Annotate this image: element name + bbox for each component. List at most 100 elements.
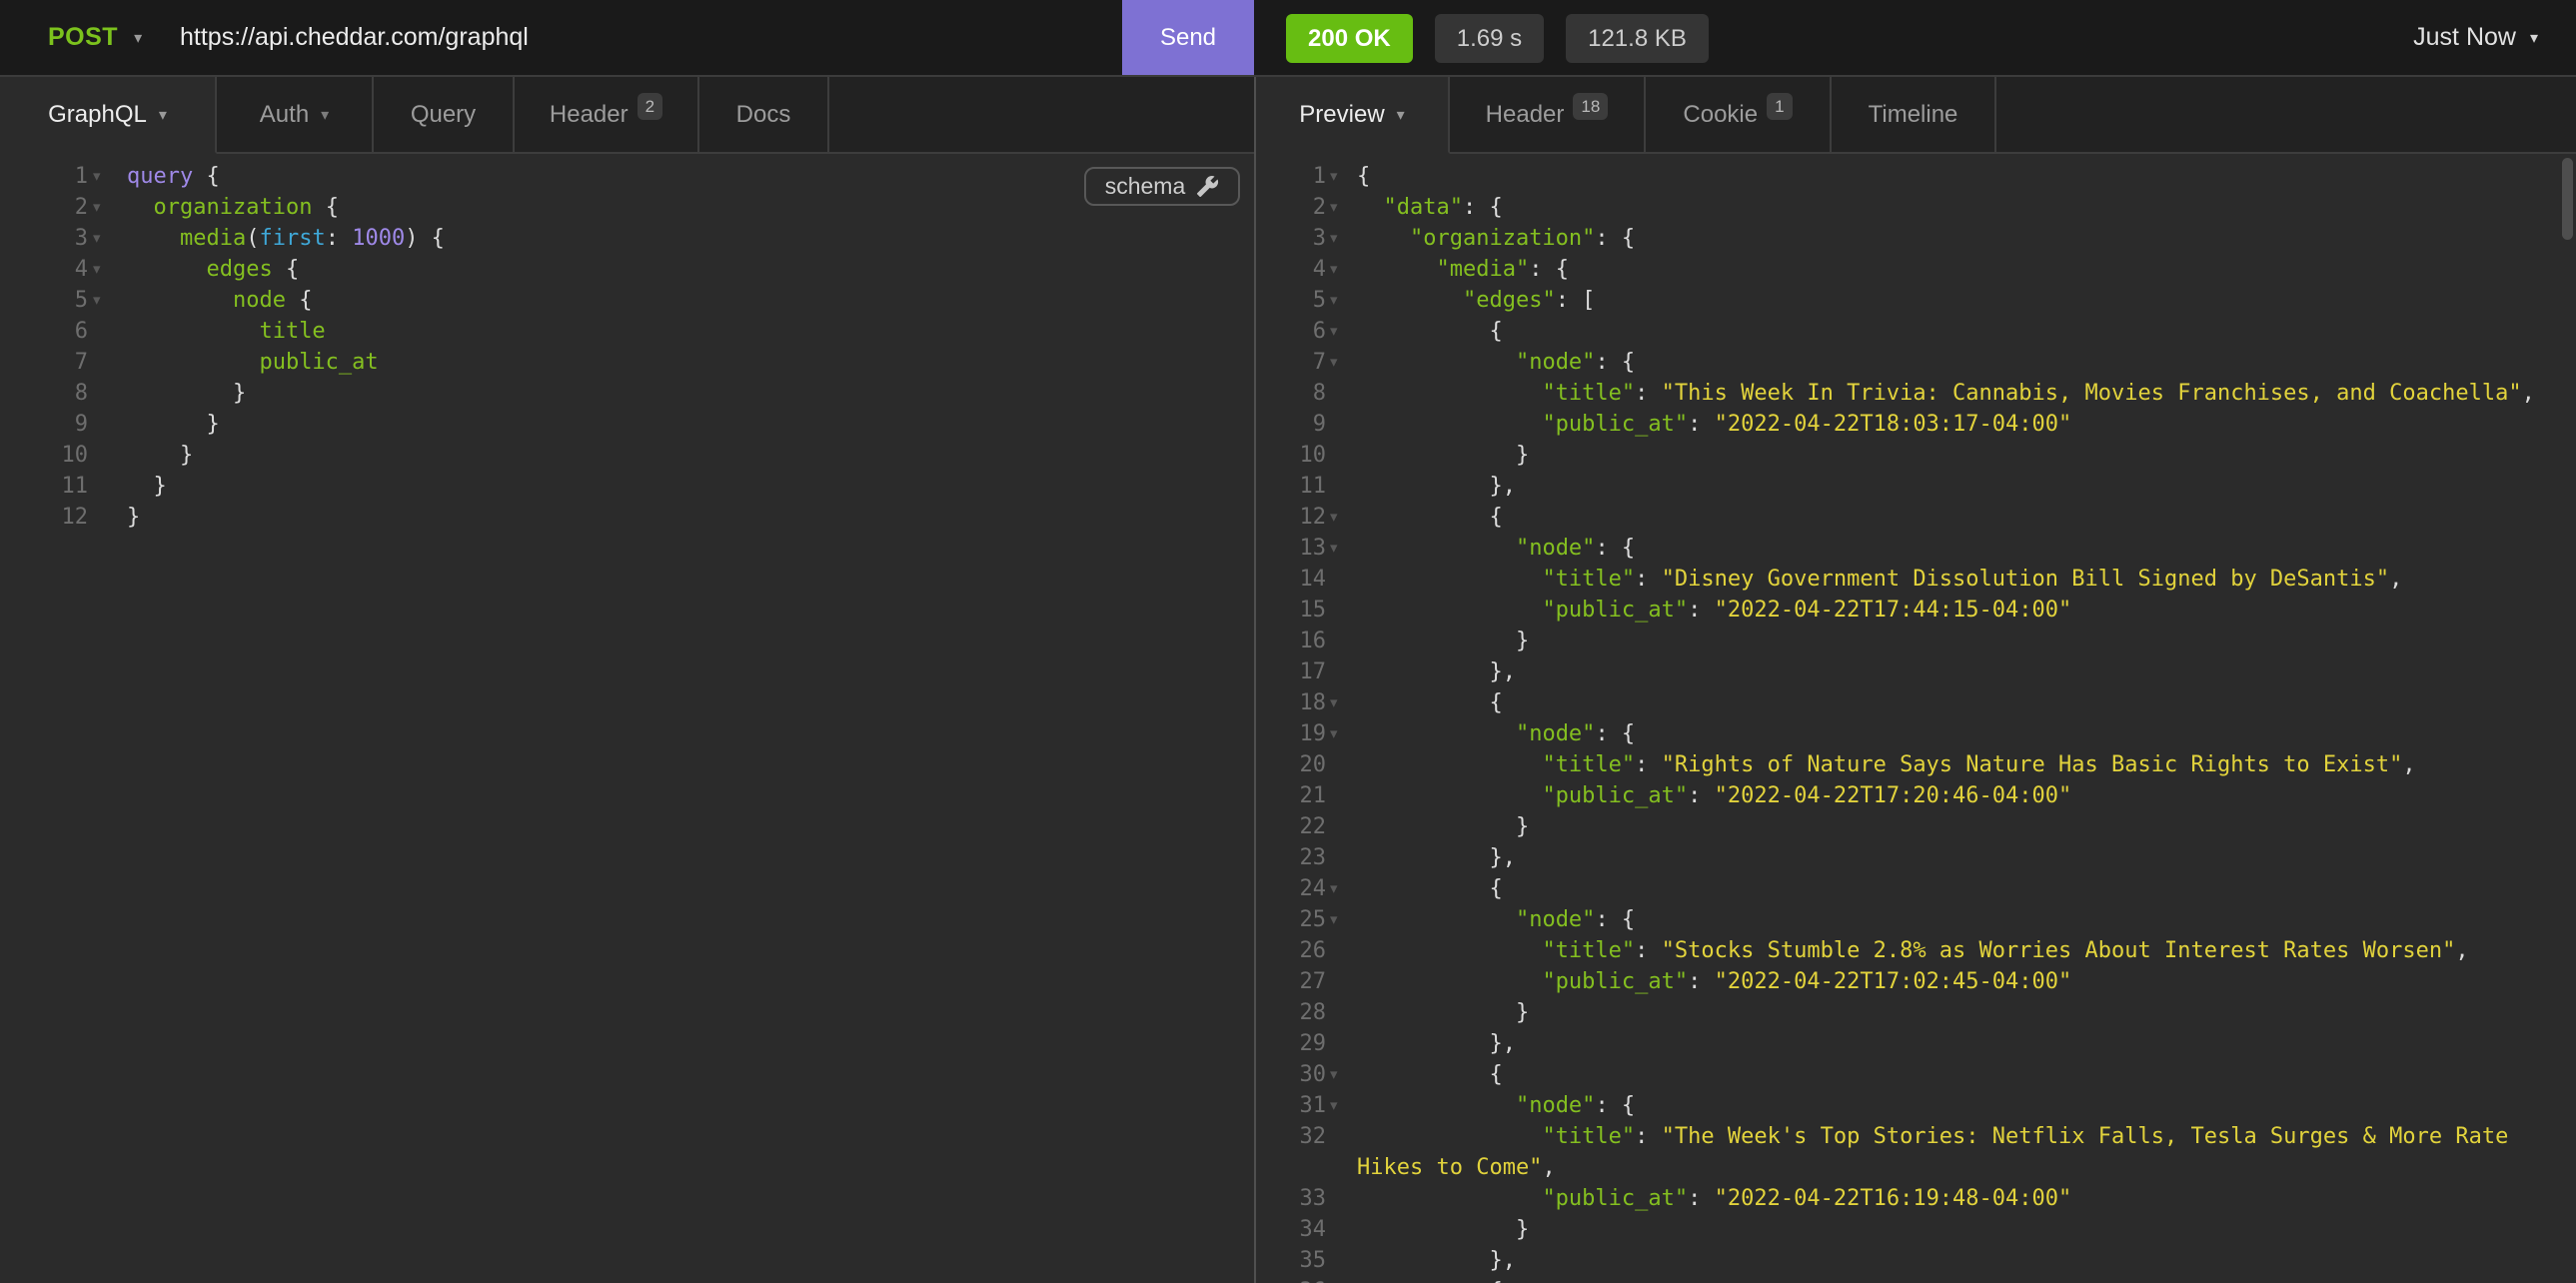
code-line[interactable]: 29 }, [1256,1028,2576,1059]
fold-arrow-icon[interactable]: ▾ [1326,533,1349,564]
fold-arrow-icon[interactable]: ▾ [1326,904,1349,935]
fold-arrow-icon[interactable]: ▾ [88,192,119,223]
code-line[interactable]: 31▾ "node": { [1256,1090,2576,1121]
line-number: 20 [1256,749,1326,780]
code-line[interactable]: 12} [0,502,1254,533]
fold-arrow-icon[interactable]: ▾ [1326,254,1349,285]
schema-button[interactable]: schema [1084,167,1240,206]
response-preview-editor[interactable]: 1▾{2▾ "data": {3▾ "organization": {4▾ "m… [1256,154,2576,1283]
code-text: { [1349,316,2576,347]
fold-arrow-icon[interactable]: ▾ [1326,687,1349,718]
code-line[interactable]: 15 "public_at": "2022-04-22T17:44:15-04:… [1256,595,2576,626]
code-line[interactable]: 19▾ "node": { [1256,718,2576,749]
code-line[interactable]: 5▾ node { [0,285,1254,316]
fold-arrow-icon[interactable]: ▾ [1326,285,1349,316]
code-text: }, [1349,471,2576,502]
code-line[interactable]: 3▾ "organization": { [1256,223,2576,254]
fold-arrow-icon[interactable]: ▾ [1326,502,1349,533]
code-line[interactable]: 11 } [0,471,1254,502]
code-line[interactable]: 1▾query { [0,161,1254,192]
code-text: title [119,316,1254,347]
code-line[interactable]: 12▾ { [1256,502,2576,533]
tab-docs[interactable]: Docs [699,77,829,154]
tab-auth[interactable]: Auth ▾ [217,77,374,154]
code-line[interactable]: 6▾ { [1256,316,2576,347]
history-dropdown[interactable]: Just Now ▾ [2413,0,2538,75]
line-number: 11 [0,471,88,502]
code-line[interactable]: 11 }, [1256,471,2576,502]
code-line[interactable]: 18▾ { [1256,687,2576,718]
code-line[interactable]: 13▾ "node": { [1256,533,2576,564]
tab-preview[interactable]: Preview ▾ [1256,77,1450,154]
code-line[interactable]: 32 "title": "The Week's Top Stories: Net… [1256,1121,2576,1183]
fold-arrow-icon[interactable]: ▾ [1326,873,1349,904]
code-line[interactable]: 10 } [0,440,1254,471]
tab-label: Preview [1299,101,1384,129]
code-line[interactable]: 34 } [1256,1214,2576,1245]
code-line[interactable]: 8 "title": "This Week In Trivia: Cannabi… [1256,378,2576,409]
line-number: 4 [0,254,88,285]
fold-arrow-icon[interactable]: ▾ [1326,347,1349,378]
code-line[interactable]: 24▾ { [1256,873,2576,904]
panel-divider[interactable] [1254,77,1256,1283]
tab-body-graphql[interactable]: GraphQL ▾ [0,77,217,154]
code-line[interactable]: 26 "title": "Stocks Stumble 2.8% as Worr… [1256,935,2576,966]
scrollbar-thumb[interactable] [2562,158,2573,240]
fold-arrow-icon[interactable]: ▾ [1326,192,1349,223]
code-line[interactable]: 6 title [0,316,1254,347]
code-line[interactable]: 4▾ edges { [0,254,1254,285]
code-line[interactable]: 7▾ "node": { [1256,347,2576,378]
code-line[interactable]: 10 } [1256,440,2576,471]
method-dropdown[interactable]: POST ▾ [48,0,143,75]
code-line[interactable]: 16 } [1256,626,2576,656]
code-line[interactable]: 30▾ { [1256,1059,2576,1090]
code-line[interactable]: 14 "title": "Disney Government Dissoluti… [1256,564,2576,595]
fold-arrow-icon[interactable]: ▾ [1326,316,1349,347]
tab-response-header[interactable]: Header 18 [1450,77,1646,154]
fold-arrow-icon[interactable]: ▾ [88,254,119,285]
code-line[interactable]: 3▾ media(first: 1000) { [0,223,1254,254]
code-line[interactable]: 33 "public_at": "2022-04-22T16:19:48-04:… [1256,1183,2576,1214]
code-line[interactable]: 22 } [1256,811,2576,842]
code-line[interactable]: 9 "public_at": "2022-04-22T18:03:17-04:0… [1256,409,2576,440]
tab-query[interactable]: Query [374,77,515,154]
fold-arrow-icon[interactable]: ▾ [88,161,119,192]
tab-timeline[interactable]: Timeline [1832,77,1996,154]
code-line[interactable]: 1▾{ [1256,161,2576,192]
line-number: 32 [1256,1121,1326,1152]
code-line[interactable]: 36▾ { [1256,1276,2576,1283]
code-line[interactable]: 8 } [0,378,1254,409]
fold-arrow-icon[interactable]: ▾ [1326,223,1349,254]
fold-arrow-icon[interactable]: ▾ [88,223,119,254]
url-input[interactable]: https://api.cheddar.com/graphql [180,0,529,75]
code-line[interactable]: 9 } [0,409,1254,440]
request-editor[interactable]: 1▾query {2▾ organization {3▾ media(first… [0,154,1254,1283]
code-line[interactable]: 7 public_at [0,347,1254,378]
fold-arrow-icon[interactable]: ▾ [1326,1090,1349,1121]
code-text: { [1349,502,2576,533]
code-line[interactable]: 17 }, [1256,656,2576,687]
code-line[interactable]: 27 "public_at": "2022-04-22T17:02:45-04:… [1256,966,2576,997]
code-line[interactable]: 35 }, [1256,1245,2576,1276]
fold-arrow-icon[interactable]: ▾ [1326,161,1349,192]
tab-cookie[interactable]: Cookie 1 [1646,77,1832,154]
code-line[interactable]: 25▾ "node": { [1256,904,2576,935]
code-line[interactable]: 28 } [1256,997,2576,1028]
fold-arrow-icon[interactable]: ▾ [88,285,119,316]
fold-arrow-icon[interactable]: ▾ [1326,1276,1349,1283]
fold-arrow-icon[interactable]: ▾ [1326,718,1349,749]
code-line[interactable]: 21 "public_at": "2022-04-22T17:20:46-04:… [1256,780,2576,811]
send-button[interactable]: Send [1122,0,1254,75]
code-text: "public_at": "2022-04-22T16:19:48-04:00" [1349,1183,2576,1214]
code-line[interactable]: 20 "title": "Rights of Nature Says Natur… [1256,749,2576,780]
chevron-down-icon: ▾ [134,28,143,47]
code-line[interactable]: 2▾ "data": { [1256,192,2576,223]
code-line[interactable]: 23 }, [1256,842,2576,873]
code-line[interactable]: 5▾ "edges": [ [1256,285,2576,316]
tab-header[interactable]: Header 2 [515,77,699,154]
history-label: Just Now [2413,23,2516,52]
fold-arrow-icon[interactable]: ▾ [1326,1059,1349,1090]
code-line[interactable]: 4▾ "media": { [1256,254,2576,285]
code-line[interactable]: 2▾ organization { [0,192,1254,223]
code-text: "organization": { [1349,223,2576,254]
